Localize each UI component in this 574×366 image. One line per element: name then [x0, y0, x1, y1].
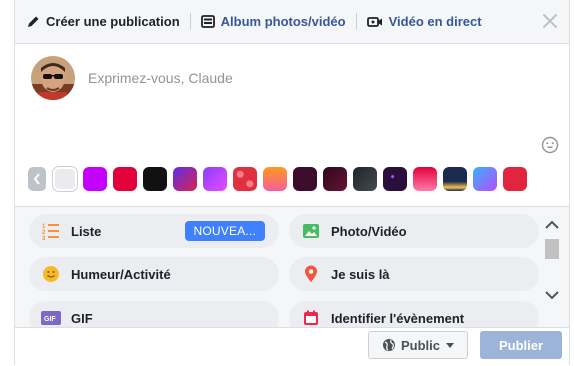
color-swatch-red[interactable]: [113, 167, 137, 191]
tab-album-label: Album photos/vidéo: [220, 14, 346, 29]
color-swatch-gradient-maroon[interactable]: [323, 167, 347, 191]
color-swatch-gradient-purple-pink[interactable]: [203, 167, 227, 191]
avatar: [31, 56, 75, 100]
color-swatch-dark-maroon[interactable]: [293, 167, 317, 191]
post-text-input[interactable]: Exprimez-vous, Claude: [88, 70, 233, 86]
action-mood-label: Humeur/Activité: [71, 266, 171, 282]
color-swatch-purple[interactable]: [83, 167, 107, 191]
color-swatch-gradient-blue-red[interactable]: [173, 167, 197, 191]
color-swatch-gradient-orange[interactable]: [263, 167, 287, 191]
composer-footer: Public Publier: [15, 327, 569, 366]
action-gif-label: GIF: [71, 310, 93, 326]
tab-create-post[interactable]: Créer une publication: [15, 0, 190, 43]
action-photo-video-label: Photo/Vidéo: [331, 223, 407, 239]
action-event-button[interactable]: Identifier l'évènement: [289, 301, 539, 328]
color-swatch-pattern-red[interactable]: [233, 167, 257, 191]
svg-text:GIF: GIF: [44, 316, 56, 323]
colors-scroll-left-button[interactable]: [28, 167, 46, 191]
tab-create-post-label: Créer une publication: [46, 14, 180, 29]
list-icon: 1 2 3: [41, 221, 61, 241]
new-badge: NOUVEA...: [184, 221, 265, 241]
tab-live-video-label: Vidéo en direct: [388, 14, 482, 29]
action-mood-button[interactable]: Humeur/Activité: [29, 257, 279, 291]
privacy-selector[interactable]: Public: [368, 331, 468, 359]
action-list-label: Liste: [71, 223, 102, 239]
scrollbar-thumb[interactable]: [545, 239, 559, 259]
tab-album[interactable]: Album photos/vidéo: [191, 0, 356, 43]
color-swatch-cityscape[interactable]: [443, 167, 467, 191]
svg-text:3: 3: [42, 236, 46, 240]
photo-icon: [301, 221, 321, 241]
color-swatch-crimson[interactable]: [503, 167, 527, 191]
composer-actions: 1 2 3 Liste NOUVEA... Photo/Vidéo Humeur…: [15, 206, 569, 328]
composer-tabs: Créer une publication Album photos/vidéo…: [15, 0, 569, 44]
action-photo-video-button[interactable]: Photo/Vidéo: [289, 214, 539, 248]
calendar-icon: [301, 308, 321, 328]
color-swatch-white[interactable]: [53, 167, 77, 191]
pencil-icon: [28, 16, 39, 27]
tab-live-video[interactable]: Vidéo en direct: [357, 0, 492, 43]
close-icon[interactable]: [541, 12, 559, 30]
chevron-left-icon: [33, 173, 40, 185]
color-swatch-gradient-blue-purple[interactable]: [473, 167, 497, 191]
color-swatch-pattern-stars[interactable]: [383, 167, 407, 191]
action-gif-button[interactable]: GIF GIF: [29, 301, 279, 328]
publish-button[interactable]: Publier: [480, 331, 562, 359]
actions-scrollbar[interactable]: [543, 207, 561, 328]
action-checkin-button[interactable]: Je suis là: [289, 257, 539, 291]
album-icon: [200, 15, 215, 28]
action-checkin-label: Je suis là: [331, 266, 390, 282]
caret-down-icon: [446, 342, 454, 348]
post-composer: Créer une publication Album photos/vidéo…: [14, 0, 570, 366]
color-swatch-charcoal[interactable]: [353, 167, 377, 191]
location-pin-icon: [301, 264, 321, 284]
color-swatch-gradient-red-pink[interactable]: [413, 167, 437, 191]
chevron-up-icon[interactable]: [543, 217, 561, 233]
chevron-down-icon[interactable]: [543, 287, 561, 303]
action-list-button[interactable]: 1 2 3 Liste NOUVEA...: [29, 214, 279, 248]
color-swatch-black[interactable]: [143, 167, 167, 191]
live-video-icon: [366, 16, 382, 27]
gif-icon: GIF: [41, 308, 61, 328]
smiley-icon: [41, 264, 61, 284]
action-event-label: Identifier l'évènement: [331, 310, 465, 326]
privacy-label: Public: [400, 337, 440, 353]
background-color-picker: [28, 166, 533, 192]
emoji-icon[interactable]: [541, 136, 559, 154]
globe-icon: [382, 339, 395, 351]
